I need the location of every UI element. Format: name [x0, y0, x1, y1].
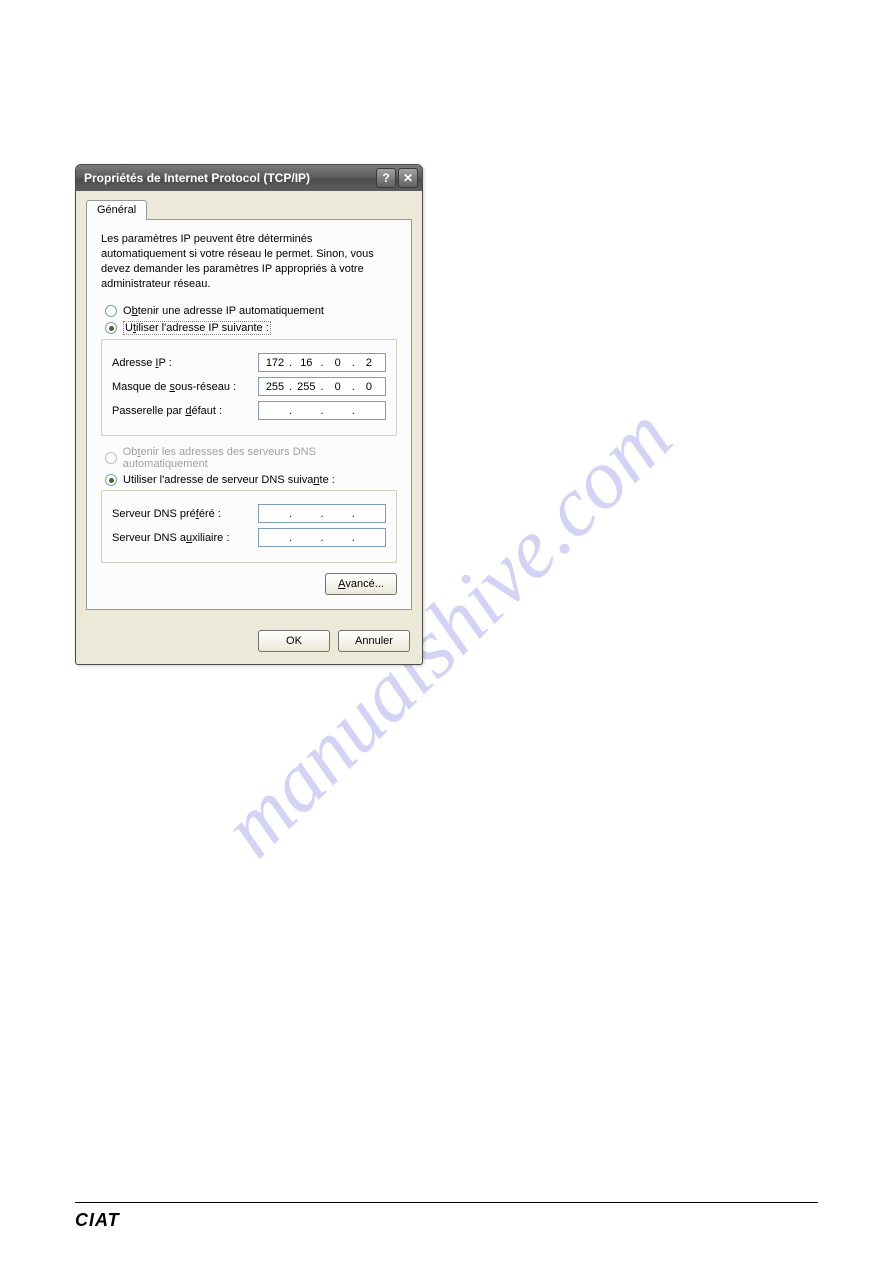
dialog-body: Général Les paramètres IP peuvent être d… [76, 191, 422, 620]
advanced-row: Avancé... [101, 573, 397, 595]
advanced-button[interactable]: Avancé... [325, 573, 397, 595]
dns-aux-input[interactable]: . . . [258, 528, 386, 547]
ip-address-row: Adresse IP : 172. 16. 0. 2 [112, 353, 386, 372]
radio-label: Obtenir les adresses des serveurs DNS au… [123, 446, 397, 470]
close-button[interactable]: ✕ [398, 168, 418, 188]
footer-logo: CIAT [75, 1210, 120, 1231]
radio-use-ip[interactable]: Utiliser l'adresse IP suivante : [105, 321, 397, 335]
dns-preferred-row: Serveur DNS préféré : . . . [112, 504, 386, 523]
dns-aux-row: Serveur DNS auxiliaire : . . . [112, 528, 386, 547]
subnet-mask-label: Masque de sous-réseau : [112, 381, 258, 393]
titlebar[interactable]: Propriétés de Internet Protocol (TCP/IP)… [76, 165, 422, 191]
tabstrip: Général [86, 199, 412, 219]
radio-obtain-ip-auto[interactable]: Obtenir une adresse IP automatiquement [105, 305, 397, 317]
description-text: Les paramètres IP peuvent être déterminé… [101, 232, 397, 291]
dns-preferred-label: Serveur DNS préféré : [112, 508, 258, 520]
radio-label: Utiliser l'adresse de serveur DNS suivan… [123, 474, 335, 486]
dns-preferred-input[interactable]: . . . [258, 504, 386, 523]
radio-icon [105, 305, 117, 317]
gateway-input[interactable]: . . . [258, 401, 386, 420]
dialog-title: Propriétés de Internet Protocol (TCP/IP) [84, 171, 374, 185]
ip-fieldgroup: Adresse IP : 172. 16. 0. 2 Masque de sou… [101, 339, 397, 436]
ok-button[interactable]: OK [258, 630, 330, 652]
subnet-mask-input[interactable]: 255. 255. 0. 0 [258, 377, 386, 396]
radio-label: Obtenir une adresse IP automatiquement [123, 305, 324, 317]
radio-use-dns[interactable]: Utiliser l'adresse de serveur DNS suivan… [105, 474, 397, 486]
help-button[interactable]: ? [376, 168, 396, 188]
tab-general[interactable]: Général [86, 200, 147, 220]
gateway-label: Passerelle par défaut : [112, 405, 258, 417]
radio-obtain-dns-auto: Obtenir les adresses des serveurs DNS au… [105, 446, 397, 470]
tab-panel-general: Les paramètres IP peuvent être déterminé… [86, 219, 412, 610]
ip-address-input[interactable]: 172. 16. 0. 2 [258, 353, 386, 372]
dns-aux-label: Serveur DNS auxiliaire : [112, 532, 258, 544]
dialog-footer: OK Annuler [76, 620, 422, 664]
radio-icon [105, 322, 117, 334]
tcpip-properties-dialog: Propriétés de Internet Protocol (TCP/IP)… [75, 164, 423, 665]
footer-divider [75, 1202, 818, 1203]
radio-icon [105, 474, 117, 486]
radio-label: Utiliser l'adresse IP suivante : [123, 321, 271, 335]
cancel-button[interactable]: Annuler [338, 630, 410, 652]
subnet-mask-row: Masque de sous-réseau : 255. 255. 0. 0 [112, 377, 386, 396]
dns-fieldgroup: Serveur DNS préféré : . . . Serveur DNS … [101, 490, 397, 563]
radio-icon [105, 452, 117, 464]
ip-address-label: Adresse IP : [112, 357, 258, 369]
gateway-row: Passerelle par défaut : . . . [112, 401, 386, 420]
